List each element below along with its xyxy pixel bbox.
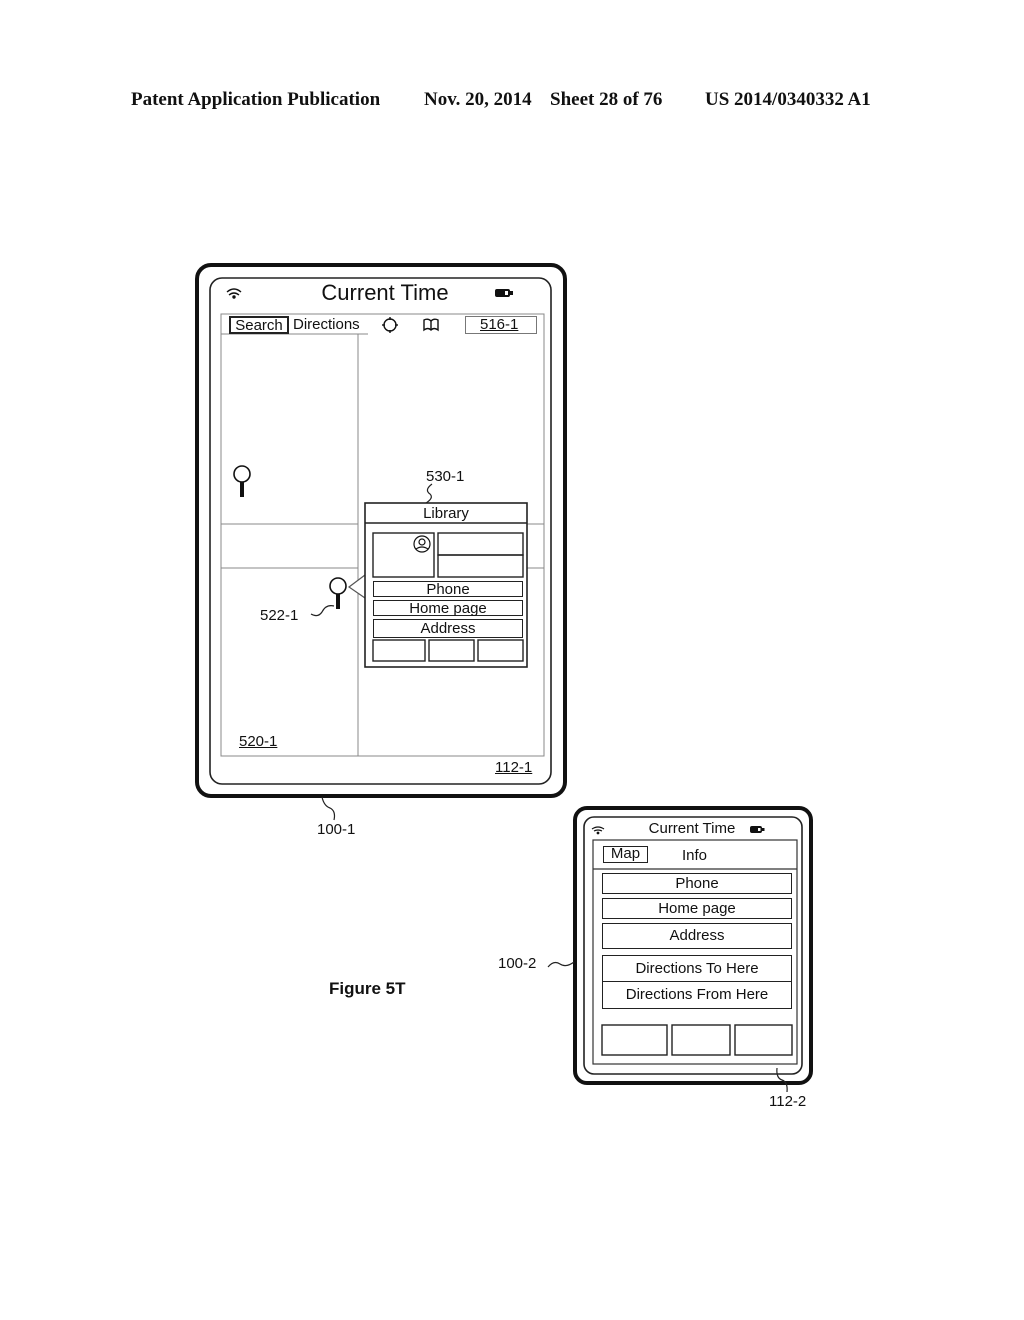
ref-112-1: 112-1 (495, 759, 533, 776)
callout-phone-button[interactable]: Phone (373, 581, 523, 598)
callout-homepage-button[interactable]: Home page (373, 600, 523, 617)
device2-title: Current Time (648, 820, 736, 837)
bookmarks-icon (423, 318, 439, 332)
address-button[interactable]: Address (602, 923, 792, 949)
tab-directions[interactable]: Directions (293, 316, 360, 333)
device1-screen-frame (209, 277, 552, 785)
leader-530-1 (425, 483, 433, 504)
tab-search[interactable]: Search (229, 316, 289, 334)
selected-map-pin-icon (329, 577, 347, 609)
tab-map[interactable]: Map (603, 846, 648, 863)
device-outlines (195, 263, 813, 1093)
leader-112-2 (776, 1067, 788, 1093)
device2-wifi-icon (591, 826, 605, 835)
callout-title: Library (423, 505, 469, 522)
device1-outer-frame (195, 263, 567, 798)
battery-icon (495, 289, 513, 297)
contact-icon (413, 535, 431, 553)
header-patent-number: US 2014/0340332 A1 (705, 89, 871, 110)
locate-icon (382, 317, 398, 333)
phone-button[interactable]: Phone (602, 873, 792, 894)
device1-title: Current Time (321, 280, 449, 305)
wifi-icon (226, 288, 242, 299)
ref-530-1: 530-1 (426, 468, 465, 485)
figure-label: Figure 5T (329, 979, 406, 998)
ref-100-1: 100-1 (317, 821, 356, 838)
callout-pointer (347, 574, 366, 599)
directions-to-here-button[interactable]: Directions To Here (602, 955, 792, 982)
leader-522-1 (310, 605, 335, 617)
header-date: Nov. 20, 2014 (424, 89, 532, 110)
map-area (220, 313, 545, 757)
callout-image-box (372, 532, 435, 578)
callout-info-box-bottom (437, 554, 524, 578)
search-field-value: 516-1 (480, 316, 519, 333)
leader-100-2 (547, 961, 575, 968)
search-field[interactable]: 516-1 (465, 316, 537, 334)
map-pin-icon (233, 465, 251, 497)
ref-112-2: 112-2 (769, 1093, 807, 1110)
header-sheet: Sheet 28 of 76 (550, 89, 663, 110)
ref-522-1: 522-1 (260, 607, 299, 624)
leader-100-1 (321, 796, 336, 821)
header-publication: Patent Application Publication (131, 89, 381, 110)
directions-from-here-button[interactable]: Directions From Here (602, 981, 792, 1009)
ref-100-2: 100-2 (498, 955, 537, 972)
homepage-button[interactable]: Home page (602, 898, 792, 919)
tab-info[interactable]: Info (682, 847, 707, 864)
ref-520-1: 520-1 (239, 733, 278, 750)
callout-address-button[interactable]: Address (373, 619, 523, 638)
callout-info-box-top (437, 532, 524, 556)
